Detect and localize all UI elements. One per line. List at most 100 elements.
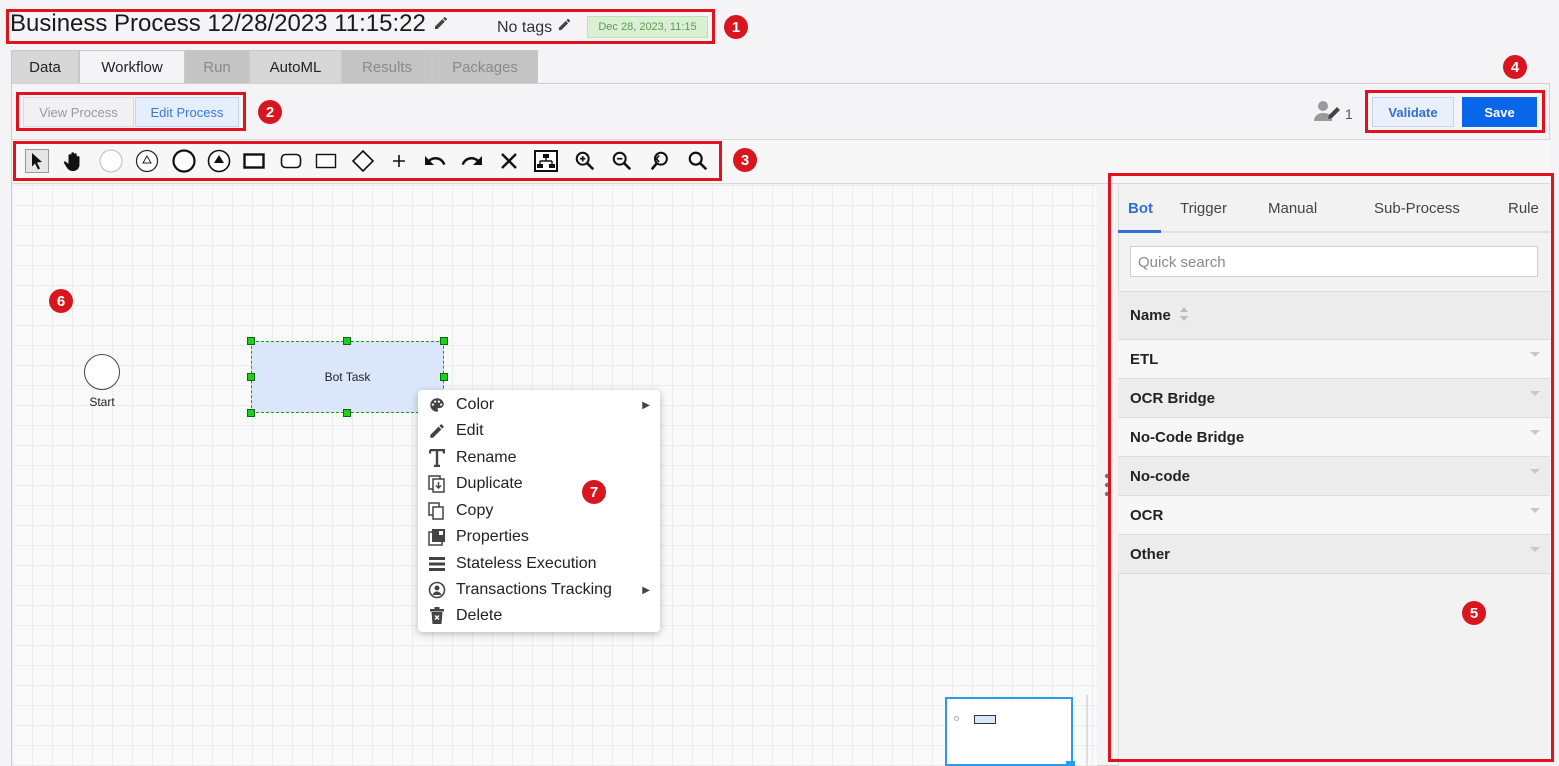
resize-handle[interactable] — [440, 373, 448, 381]
name-column-header[interactable]: Name — [1118, 291, 1550, 340]
start-event-icon[interactable] — [99, 149, 123, 173]
text-icon — [418, 449, 456, 467]
tab-sub-process[interactable]: Sub-Process — [1374, 200, 1460, 217]
list-item[interactable]: ETL — [1118, 340, 1550, 379]
menu-item-label: Edit — [456, 422, 484, 439]
menu-item-transactions-tracking[interactable]: Transactions Tracking ▶ — [418, 577, 660, 603]
panel-splitter-handle[interactable] — [1104, 472, 1110, 498]
context-menu: Color ▶ Edit Rename Duplicate Copy Prope… — [418, 390, 660, 632]
tab-run[interactable]: Run — [185, 50, 249, 83]
zoom-in-icon[interactable] — [573, 149, 597, 173]
edit-process-button[interactable]: Edit Process — [135, 97, 239, 127]
menu-item-label: Delete — [456, 607, 503, 624]
start-event-node[interactable] — [84, 354, 120, 390]
minimap-start-node — [954, 716, 959, 721]
menu-item-copy[interactable]: Copy — [418, 498, 660, 524]
delete-icon[interactable] — [497, 149, 521, 173]
tab-trigger[interactable]: Trigger — [1180, 200, 1227, 217]
task-icon[interactable] — [242, 149, 266, 173]
expand-caret-icon — [1530, 430, 1540, 435]
subprocess-icon[interactable] — [279, 149, 303, 173]
undo-icon[interactable] — [423, 149, 447, 173]
tab-bot[interactable]: Bot — [1128, 200, 1153, 217]
palette-icon — [418, 396, 456, 414]
validate-button[interactable]: Validate — [1372, 97, 1454, 127]
resize-handle[interactable] — [247, 409, 255, 417]
hand-pan-icon[interactable] — [62, 149, 86, 173]
end-event-icon[interactable] — [172, 149, 196, 173]
properties-icon — [418, 528, 456, 546]
menu-item-label: Duplicate — [456, 475, 523, 492]
zoom-fit-icon[interactable] — [648, 149, 672, 173]
group-label: OCR — [1130, 506, 1164, 524]
end-signal-event-icon[interactable] — [207, 149, 231, 173]
auto-layout-icon[interactable] — [534, 149, 558, 173]
resize-handle[interactable] — [247, 337, 255, 345]
list-icon — [418, 556, 456, 572]
add-icon[interactable] — [387, 149, 411, 173]
tab-packages[interactable]: Packages — [432, 50, 538, 83]
tracking-icon — [418, 581, 456, 599]
redo-icon[interactable] — [460, 149, 484, 173]
list-item[interactable]: OCR Bridge — [1118, 379, 1550, 418]
group-label: Other — [1130, 545, 1171, 563]
list-item[interactable]: No-Code Bridge — [1118, 418, 1550, 457]
edit-title-pencil-icon[interactable] — [433, 10, 449, 38]
callout-badge-4: 4 — [1503, 55, 1527, 79]
collaborator-count: 1 — [1345, 105, 1353, 122]
resize-handle[interactable] — [440, 337, 448, 345]
quick-search-input[interactable]: Quick search — [1130, 246, 1538, 277]
list-item[interactable]: Other — [1118, 535, 1550, 574]
rectangle-icon[interactable] — [314, 149, 338, 173]
menu-item-label: Copy — [456, 502, 494, 519]
expand-caret-icon — [1530, 508, 1540, 513]
menu-item-stateless-execution[interactable]: Stateless Execution — [418, 551, 660, 577]
list-item[interactable]: No-code — [1118, 457, 1550, 496]
menu-item-label: Transactions Tracking — [456, 581, 612, 598]
view-process-button[interactable]: View Process — [23, 97, 134, 127]
menu-item-label: Stateless Execution — [456, 555, 597, 572]
tags[interactable]: No tags — [497, 17, 572, 37]
tab-rule[interactable]: Rule — [1508, 200, 1539, 217]
callout-badge-7: 7 — [582, 480, 606, 504]
list-item[interactable]: OCR — [1118, 496, 1550, 535]
trash-icon — [418, 607, 456, 625]
duplicate-icon — [418, 475, 456, 493]
menu-item-delete[interactable]: Delete — [418, 603, 660, 629]
pointer-icon[interactable] — [25, 149, 49, 173]
resize-handle[interactable] — [247, 373, 255, 381]
tab-results[interactable]: Results — [342, 50, 432, 83]
resize-handle[interactable] — [343, 337, 351, 345]
minimap[interactable] — [945, 697, 1073, 766]
start-event-label: Start — [89, 395, 115, 409]
zoom-reset-icon[interactable] — [686, 149, 710, 173]
menu-item-rename[interactable]: Rename — [418, 445, 660, 471]
bot-task-node[interactable]: Bot Task — [251, 341, 444, 413]
collaborators[interactable]: 1 — [1314, 100, 1353, 127]
resize-handle[interactable] — [343, 409, 351, 417]
menu-item-edit[interactable]: Edit — [418, 418, 660, 444]
copy-icon — [418, 502, 456, 520]
tab-data[interactable]: Data — [11, 50, 79, 83]
save-button[interactable]: Save — [1462, 97, 1537, 127]
intermediate-event-icon[interactable] — [135, 149, 159, 173]
menu-item-properties[interactable]: Properties — [418, 524, 660, 550]
minimap-divider — [1086, 695, 1088, 766]
tab-workflow[interactable]: Workflow — [79, 50, 185, 83]
minimap-resize-handle[interactable] — [1066, 761, 1075, 766]
menu-item-label: Color — [456, 396, 495, 413]
date-chip: Dec 28, 2023, 11:15 — [587, 16, 708, 38]
submenu-arrow-icon: ▶ — [642, 584, 650, 596]
gateway-icon[interactable] — [351, 149, 375, 173]
callout-badge-3: 3 — [733, 148, 757, 172]
menu-item-color[interactable]: Color ▶ — [418, 392, 660, 418]
tab-manual[interactable]: Manual — [1268, 200, 1317, 217]
expand-caret-icon — [1530, 352, 1540, 357]
group-label: ETL — [1130, 350, 1159, 368]
sort-icon[interactable] — [1179, 306, 1189, 326]
menu-item-duplicate[interactable]: Duplicate — [418, 471, 660, 497]
edit-tags-pencil-icon[interactable] — [557, 17, 572, 37]
tab-automl[interactable]: AutoML — [249, 50, 342, 83]
zoom-out-icon[interactable] — [610, 149, 634, 173]
tabs-underline — [1118, 231, 1550, 233]
